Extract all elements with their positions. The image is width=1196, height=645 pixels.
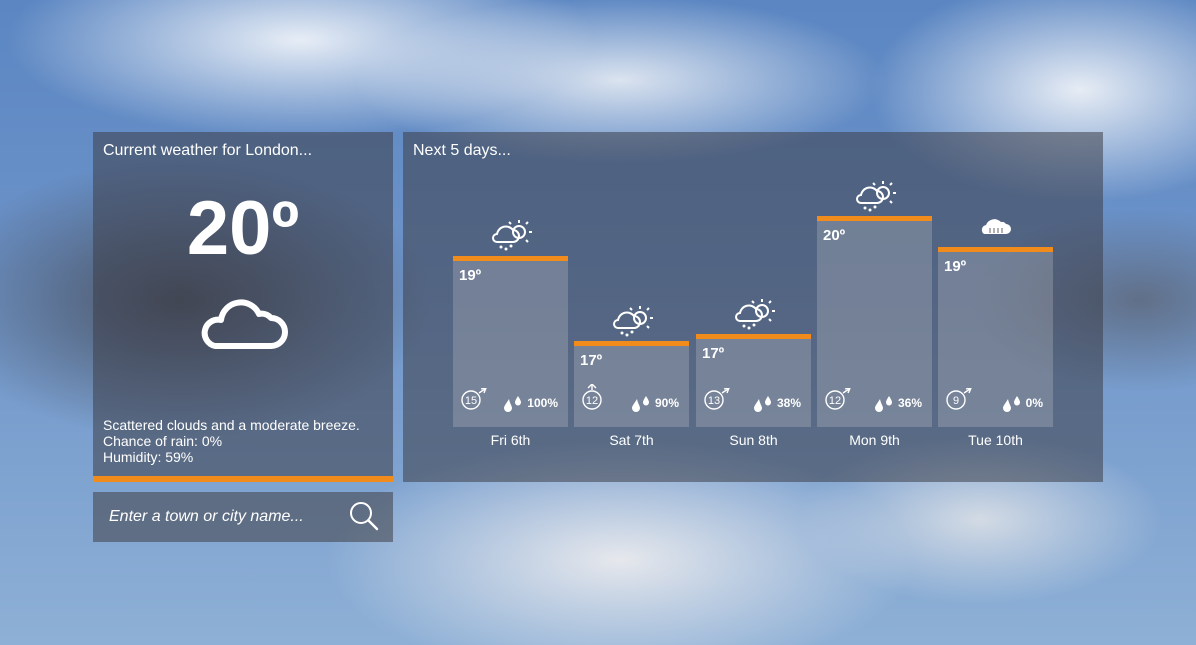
raindrops-icon — [504, 396, 522, 412]
forecast-bar: 17º 12 90% — [574, 341, 689, 427]
raindrops-icon — [753, 396, 771, 412]
forecast-panel: Next 5 days... 19º 15 100% Fri 6th 17º 1… — [403, 132, 1103, 482]
current-temperature: 20º — [186, 186, 300, 271]
day-temperature: 19º — [944, 258, 967, 275]
rain-percent: 38% — [776, 396, 801, 411]
forecast-day: 17º 12 90% Sat 7th — [574, 132, 689, 462]
day-label: Tue 10th — [968, 432, 1023, 448]
rain-probability: 36% — [874, 395, 922, 413]
forecast-day: 20º 12 36% Mon 9th — [817, 132, 932, 462]
sun-cloud-rain-icon — [453, 218, 568, 257]
search-icon[interactable] — [349, 501, 381, 533]
day-label: Sun 8th — [729, 432, 778, 448]
forecast-bar: 19º 15 100% — [453, 256, 568, 427]
rain-percent: 100% — [527, 396, 558, 411]
day-temperature: 19º — [459, 267, 482, 284]
day-label: Fri 6th — [490, 432, 531, 448]
forecast-bar: 20º 12 36% — [817, 216, 932, 427]
rain-chance: Chance of rain: 0% — [103, 433, 223, 449]
cloud-icon — [197, 292, 289, 357]
raindrops-icon — [1002, 396, 1020, 412]
day-temperature: 17º — [580, 352, 603, 369]
wind-speed-icon: 13 — [704, 387, 732, 415]
rain-percent: 90% — [654, 396, 679, 411]
raindrops-icon — [631, 396, 649, 412]
wind-speed-icon: 12 — [582, 383, 610, 415]
sun-cloud-rain-icon — [696, 297, 811, 336]
sun-cloud-rain-icon — [817, 179, 932, 218]
current-weather-title: Current weather for London... — [103, 142, 313, 159]
day-label: Mon 9th — [849, 432, 900, 448]
day-temperature: 17º — [702, 345, 725, 362]
wind-speed: 9 — [953, 395, 959, 407]
rain-probability: 0% — [1002, 395, 1043, 413]
wind-speed: 12 — [829, 395, 841, 407]
rain-probability: 100% — [503, 395, 558, 413]
current-summary: Scattered clouds and a moderate breeze. … — [103, 417, 360, 465]
rain-probability: 90% — [631, 395, 679, 413]
wind-speed-icon: 12 — [825, 387, 853, 415]
day-temperature: 20º — [823, 227, 846, 244]
accent-bar — [93, 476, 393, 482]
forecast-bar: 19º 9 0% — [938, 247, 1053, 427]
day-label: Sat 7th — [609, 432, 654, 448]
weather-description: Scattered clouds and a moderate breeze. — [103, 417, 360, 433]
raindrops-icon — [874, 396, 892, 412]
wind-speed-icon: 9 — [946, 387, 974, 415]
forecast-day: 17º 13 38% Sun 8th — [696, 132, 811, 462]
forecast-bar: 17º 13 38% — [696, 334, 811, 427]
search-box — [93, 492, 393, 542]
cloud-rain-icon — [938, 214, 1053, 243]
humidity: Humidity: 59% — [103, 449, 194, 465]
wind-speed: 15 — [465, 395, 477, 407]
rain-percent: 0% — [1025, 396, 1043, 411]
wind-speed-icon: 15 — [461, 387, 489, 415]
search-input[interactable] — [99, 501, 359, 533]
sun-cloud-rain-icon — [574, 304, 689, 343]
forecast-day: 19º 9 0% Tue 10th — [938, 132, 1053, 462]
wind-speed: 12 — [586, 395, 598, 407]
forecast-day: 19º 15 100% Fri 6th — [453, 132, 568, 462]
rain-probability: 38% — [753, 395, 801, 413]
current-weather-panel: Current weather for London... 20º Scatte… — [93, 132, 393, 482]
wind-speed: 13 — [708, 395, 720, 407]
rain-percent: 36% — [897, 396, 922, 411]
